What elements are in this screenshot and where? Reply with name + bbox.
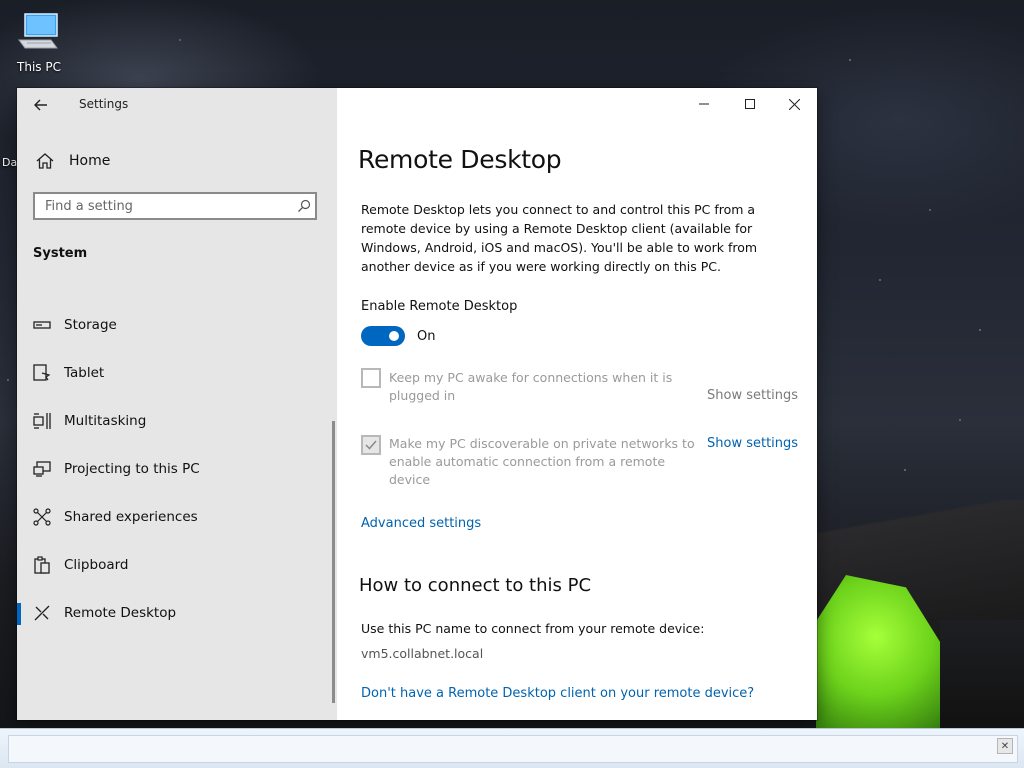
nav-item-label: Storage xyxy=(64,317,117,333)
bottom-bar xyxy=(0,728,1024,768)
maximize-icon xyxy=(745,99,755,109)
nav-item-shared-experiences[interactable]: Shared experiences xyxy=(17,493,335,541)
nav-item-label: Tablet xyxy=(64,365,105,381)
keep-awake-show-settings-link[interactable]: Show settings xyxy=(707,388,798,403)
bottom-bar-inner xyxy=(8,735,1018,763)
tent-shadow xyxy=(940,620,1024,730)
projecting-icon xyxy=(32,459,52,479)
keep-awake-checkbox[interactable] xyxy=(361,368,381,388)
storage-icon xyxy=(32,315,52,335)
bottom-bar-close-button[interactable]: ✕ xyxy=(997,738,1013,754)
pc-name-value: vm5.collabnet.local xyxy=(361,646,484,661)
close-button[interactable] xyxy=(771,88,817,120)
minimize-icon xyxy=(699,103,709,105)
remote-desktop-icon xyxy=(32,603,52,623)
minimize-button[interactable] xyxy=(681,88,727,120)
multitasking-icon xyxy=(32,411,52,431)
nav-list: Storage Tablet Multitasking Projecting t… xyxy=(17,301,335,637)
search-icon[interactable] xyxy=(293,199,315,213)
nav-item-remote-desktop[interactable]: Remote Desktop xyxy=(17,589,335,637)
nav-item-storage[interactable]: Storage xyxy=(17,301,335,349)
enable-remote-desktop-label: Enable Remote Desktop xyxy=(361,299,518,314)
nav-item-multitasking[interactable]: Multitasking xyxy=(17,397,335,445)
shared-experiences-icon xyxy=(32,507,52,527)
nav-item-label: Clipboard xyxy=(64,557,129,573)
checkmark-icon xyxy=(365,440,377,450)
nav-scrollbar[interactable] xyxy=(332,421,335,703)
nav-item-clipboard[interactable]: Clipboard xyxy=(17,541,335,589)
get-client-link[interactable]: Don't have a Remote Desktop client on yo… xyxy=(361,686,754,701)
nav-home[interactable]: Home xyxy=(31,148,321,174)
page-description: Remote Desktop lets you connect to and c… xyxy=(361,202,758,274)
nav-home-label: Home xyxy=(69,153,111,169)
pc-name-instructions: Use this PC name to connect from your re… xyxy=(361,621,705,636)
desktop-icon-this-pc[interactable]: This PC xyxy=(10,8,68,78)
search-input[interactable] xyxy=(35,193,293,219)
close-icon xyxy=(788,98,800,110)
advanced-settings-link[interactable]: Advanced settings xyxy=(361,516,481,531)
nav-item-projecting[interactable]: Projecting to this PC xyxy=(17,445,335,493)
search-box xyxy=(33,192,317,220)
page-title: Remote Desktop xyxy=(358,145,562,174)
discoverable-label: Make my PC discoverable on private netwo… xyxy=(389,436,695,487)
nav-item-tablet[interactable]: Tablet xyxy=(17,349,335,397)
keep-awake-label: Keep my PC awake for connections when it… xyxy=(389,370,673,403)
discoverable-checkbox[interactable] xyxy=(361,435,381,455)
nav-item-label: Remote Desktop xyxy=(64,605,177,621)
how-to-connect-heading: How to connect to this PC xyxy=(359,575,592,596)
back-button[interactable] xyxy=(27,94,55,116)
discoverable-show-settings-link[interactable]: Show settings xyxy=(707,436,798,451)
nav-section-title: System xyxy=(33,246,88,261)
settings-window: Settings Home System Storage xyxy=(17,88,817,720)
window-title: Settings xyxy=(79,97,129,111)
tablet-icon xyxy=(32,363,52,383)
desktop-icon-partial-label: Da xyxy=(2,156,18,169)
back-arrow-icon xyxy=(34,99,47,111)
desktop-icon-label: This PC xyxy=(17,60,61,74)
home-icon xyxy=(36,153,54,169)
settings-content-pane: Remote Desktop Remote Desktop lets you c… xyxy=(337,88,817,720)
clipboard-icon xyxy=(32,555,52,575)
this-pc-icon xyxy=(17,12,61,54)
nav-item-label: Projecting to this PC xyxy=(64,461,200,477)
toggle-state-label: On xyxy=(417,329,436,344)
toggle-knob xyxy=(389,331,399,341)
enable-remote-desktop-toggle[interactable] xyxy=(361,326,405,346)
nav-item-label: Shared experiences xyxy=(64,509,198,525)
settings-nav-pane: Settings Home System Storage xyxy=(17,88,337,720)
maximize-button[interactable] xyxy=(727,88,773,120)
nav-item-label: Multitasking xyxy=(64,413,147,429)
close-icon: ✕ xyxy=(1000,740,1010,752)
